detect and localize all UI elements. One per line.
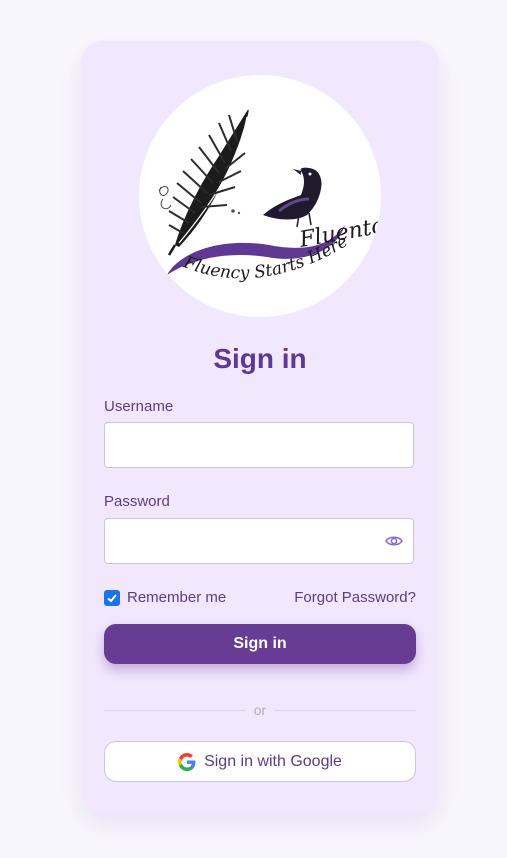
google-icon xyxy=(178,752,196,771)
or-divider: or xyxy=(104,701,416,719)
eye-icon xyxy=(385,536,403,546)
google-sign-in-label: Sign in with Google xyxy=(204,752,342,770)
password-input[interactable] xyxy=(104,518,414,564)
feather-quill-icon xyxy=(158,109,249,256)
divider-text: or xyxy=(253,702,267,718)
remember-me-checkbox[interactable] xyxy=(104,589,120,606)
page-title: Sign in xyxy=(213,343,307,374)
remember-me-label: Remember me xyxy=(127,589,227,606)
remember-me-option[interactable]: Remember me xyxy=(104,589,226,606)
username-label: Username xyxy=(104,398,174,415)
password-visibility-toggle[interactable] xyxy=(384,531,404,551)
login-card: Fluento Fluency Starts Here Sign in User… xyxy=(81,41,439,814)
google-sign-in-button[interactable]: Sign in with Google xyxy=(104,741,416,782)
raven-icon xyxy=(263,167,322,228)
logo-artwork: Fluento Fluency Starts Here xyxy=(158,109,381,283)
checkmark-icon xyxy=(107,593,117,602)
sign-in-button[interactable]: Sign in xyxy=(104,624,416,664)
forgot-password-link[interactable]: Forgot Password? xyxy=(294,589,416,606)
password-label: Password xyxy=(104,493,170,510)
brand-logo: Fluento Fluency Starts Here xyxy=(139,75,381,317)
username-input[interactable] xyxy=(104,422,414,468)
